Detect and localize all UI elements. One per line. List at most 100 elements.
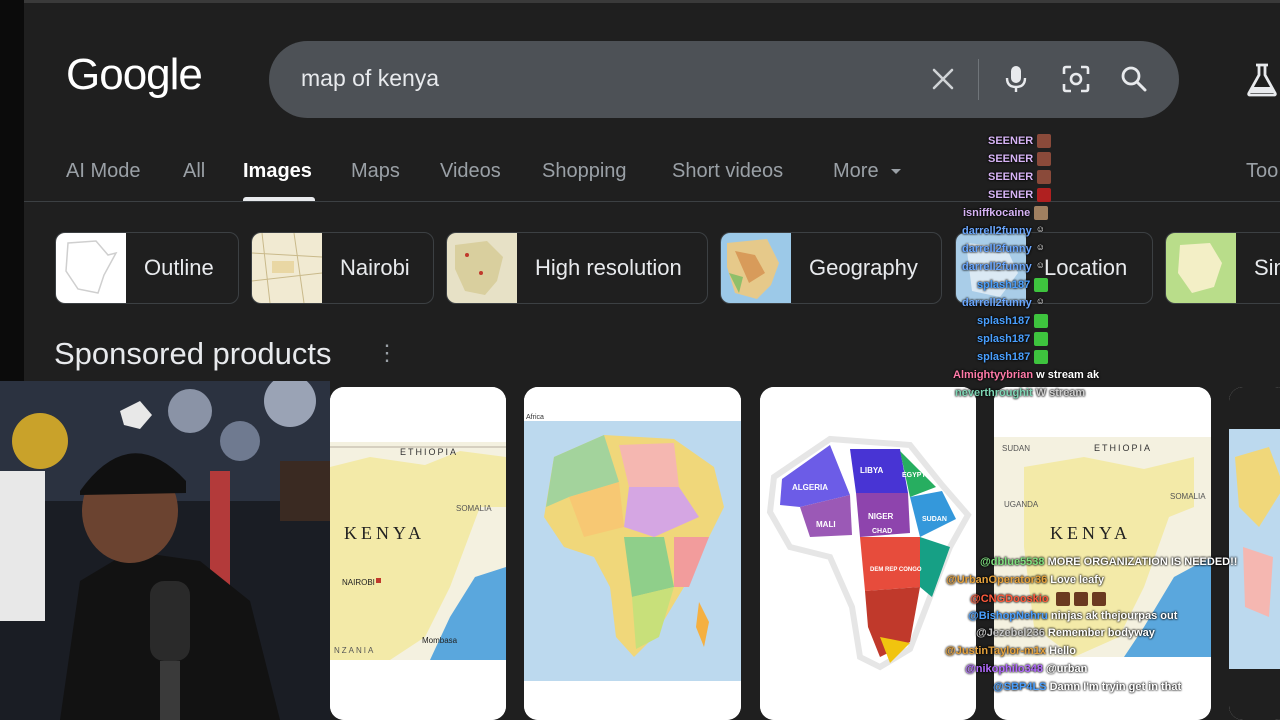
chat-message: MORE ORGANIZATION IS NEEDED!! (1047, 556, 1238, 568)
chat-user: @BishopNehru (968, 610, 1048, 622)
card1-right: SOMALIA (456, 504, 492, 513)
chat-user: isniffkocaine (963, 206, 1031, 219)
emote-icon (1034, 332, 1049, 346)
emote-icon (1037, 170, 1052, 184)
chat-user: Almightyybrian (953, 369, 1034, 381)
chip-label: Nairobi (340, 255, 410, 280)
chip-label: High resolution (535, 255, 682, 280)
chat-line: darrell2funny ☺ (962, 224, 1046, 238)
search-bar[interactable]: map of kenya (269, 41, 1179, 118)
tab-tools[interactable]: Too (1246, 160, 1278, 183)
chat-user: @SBP4LS (993, 681, 1047, 693)
chip-label: Location (1044, 255, 1128, 280)
google-logo[interactable]: Google (66, 50, 203, 100)
chat-line: neverthroughit W stream (955, 387, 1085, 399)
card2-header: Africa (526, 414, 544, 421)
emote-icon (1034, 350, 1049, 364)
chat-user: splash187 (977, 314, 1031, 327)
chip-thumbnail (447, 233, 517, 303)
chat-line: @dblue5538 MORE ORGANIZATION IS NEEDED!! (980, 556, 1237, 568)
chat-line: darrell2funny ☺ (962, 242, 1046, 256)
chat-user: @JustinTaylor-m1x (945, 645, 1046, 657)
card1-city: NAIROBI (342, 578, 375, 587)
tab-videos[interactable]: Videos (440, 160, 501, 183)
search-icon[interactable] (1116, 61, 1152, 97)
streamer-webcam-overlay (0, 381, 330, 720)
chat-message: Hello (1049, 645, 1076, 657)
chat-user: SEENER (988, 188, 1034, 201)
tab-more[interactable]: More (833, 160, 902, 183)
chat-line: splash187 (977, 314, 1049, 328)
chat-user: splash187 (977, 332, 1031, 345)
card4-country: KENYA (1050, 523, 1131, 543)
microphone-icon[interactable] (998, 61, 1034, 97)
chat-message: Love leafy (1050, 574, 1105, 586)
tab-ai-mode[interactable]: AI Mode (66, 160, 140, 183)
chat-line: isniffkocaine (963, 206, 1049, 220)
chat-user: SEENER (988, 170, 1034, 183)
tab-short-videos[interactable]: Short videos (672, 160, 783, 183)
chat-message: @urban (1046, 663, 1088, 675)
card3-label-2: LIBYA (860, 466, 883, 475)
chat-user: @dblue5538 (980, 556, 1045, 568)
chat-user: darrell2funny (962, 260, 1032, 273)
card3-label-7: SUDAN (922, 516, 947, 523)
tab-all[interactable]: All (183, 160, 205, 183)
chat-line: splash187 (977, 332, 1049, 346)
caret-down-icon (891, 168, 902, 174)
card4-header: ETHIOPIA (1094, 443, 1152, 453)
emote-icon (1037, 152, 1052, 166)
chat-message: Remember bodyway (1047, 627, 1155, 639)
emote-icon: ☺ (1035, 224, 1045, 234)
chip-label: Outline (144, 255, 214, 280)
product-card-africa-political-map[interactable]: Africa (524, 387, 741, 720)
chat-user: @UrbanOperator36 (946, 574, 1048, 586)
chat-line: @nikophilo348 @urban (965, 663, 1087, 675)
tab-images[interactable]: Images (243, 160, 312, 183)
chip-outline[interactable]: Outline (55, 232, 239, 304)
card1-port: Mombasa (422, 636, 458, 645)
more-options-icon[interactable]: ⋮ (376, 340, 398, 366)
chip-similar[interactable]: Sim (1165, 232, 1280, 304)
kenya-map-image: ETHIOPIA KENYA SOMALIA NAIROBI Mombasa N… (330, 387, 506, 720)
card4-sudan: SUDAN (1002, 444, 1030, 453)
chip-high-resolution[interactable]: High resolution (446, 232, 708, 304)
chat-line: splash187 (977, 278, 1049, 292)
card1-country: KENYA (344, 523, 425, 543)
card3-label-6: CHAD (872, 528, 892, 535)
search-divider (978, 59, 979, 100)
chip-nairobi[interactable]: Nairobi (251, 232, 434, 304)
product-card-kenya-map-1[interactable]: ETHIOPIA KENYA SOMALIA NAIROBI Mombasa N… (330, 387, 506, 720)
emote-icon: ☺ (1035, 296, 1045, 306)
card3-label-5: NIGER (868, 512, 894, 521)
chip-geography[interactable]: Geography (720, 232, 942, 304)
chat-line: @BishopNehru ninjas ak thejourpas out (968, 610, 1177, 622)
search-input[interactable]: map of kenya (301, 65, 439, 92)
chat-line: @JustinTaylor-m1x Hello (945, 645, 1076, 657)
tab-shopping[interactable]: Shopping (542, 160, 627, 183)
clear-icon[interactable] (925, 61, 961, 97)
chat-user: darrell2funny (962, 242, 1032, 255)
chat-line: @SBP4LS Damn I'm tryin get in that (993, 681, 1181, 693)
camera-lens-icon[interactable] (1058, 61, 1094, 97)
product-card-world-map[interactable] (1229, 387, 1280, 720)
chat-message: Damn I'm tryin get in that (1049, 681, 1182, 693)
chat-line: Almightyybrian w stream ak (953, 369, 1099, 381)
tab-maps[interactable]: Maps (351, 160, 400, 183)
chat-line: darrell2funny ☺ (962, 260, 1046, 274)
card3-label-3: EGYPT (902, 472, 926, 479)
product-card-africa-sticker[interactable]: ALGERIA LIBYA EGYPT MALI NIGER CHAD SUDA… (760, 387, 976, 720)
emote-icon (1091, 592, 1106, 606)
chat-user: splash187 (977, 278, 1031, 291)
emote-icon (1037, 134, 1052, 148)
chat-user: SEENER (988, 134, 1034, 147)
chat-line: SEENER (988, 134, 1052, 148)
chip-label: Geography (809, 255, 918, 280)
chip-thumbnail (1166, 233, 1236, 303)
labs-flask-icon[interactable] (1246, 62, 1280, 98)
card3-label-1: ALGERIA (792, 483, 828, 492)
chat-line: SEENER (988, 170, 1052, 184)
africa-sticker-image: ALGERIA LIBYA EGYPT MALI NIGER CHAD SUDA… (760, 387, 976, 720)
emote-icon (1034, 206, 1049, 220)
tab-more-label: More (833, 160, 879, 182)
